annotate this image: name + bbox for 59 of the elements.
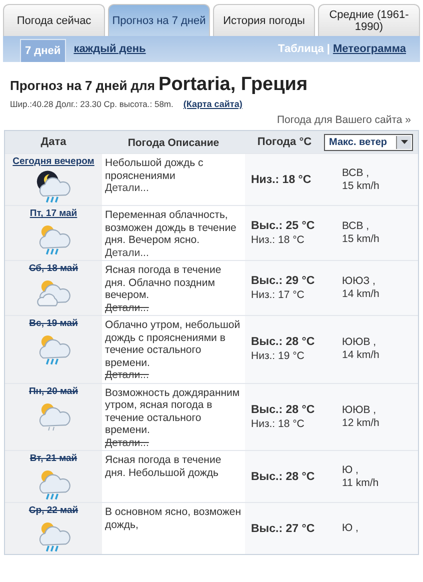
wind-direction: ВСВ , [342, 166, 370, 180]
weather-description: Ясная погода в течение дня. Облачно поздним вечером. [105, 264, 222, 302]
wind-speed: 11 km/h [342, 476, 380, 490]
weather-description: Переменная облачность, возможен дождь в течение дня. Вечером ясно. [105, 209, 238, 246]
details-link[interactable]: Детали... [105, 369, 149, 382]
date-link[interactable]: Сегодня вечером [12, 156, 94, 167]
temperature-text: Низ.: 18 °C [251, 233, 306, 247]
tab[interactable]: Погода сейчас [3, 4, 105, 36]
wind-speed: 12 km/h [342, 416, 380, 430]
wind-direction: ВСВ , [342, 220, 370, 233]
details-link[interactable]: Детали... [105, 182, 149, 194]
wind-speed: 15 km/h [342, 180, 380, 192]
wind-direction: ЮЮВ , [342, 336, 378, 350]
temperature-text: Низ.: 18 °C [251, 416, 306, 431]
temperature-text: Выс.: 28 °C [251, 335, 316, 350]
date-link[interactable]: Вс, 19 май [29, 318, 78, 329]
wind-speed: 14 km/h [342, 349, 380, 362]
temperature-text: Выс.: 28 °C [251, 402, 316, 417]
details-link[interactable]: Детали... [105, 302, 149, 314]
wind-select[interactable]: Макс. ветер [324, 134, 413, 150]
wind-direction: ЮЮЗ , [342, 275, 376, 288]
tab[interactable]: Средние (1961-1990) [318, 4, 420, 36]
weather-description: Облачно утром, небольшой дождь с прояснениями в течение остального времени. [105, 319, 242, 369]
temperature-text: Низ.: 19 °C [251, 349, 306, 364]
temperature-text: Низ.: 17 °C [251, 288, 306, 302]
temperature-text: Выс.: 27 °C [251, 522, 316, 536]
separator-text: | [326, 43, 330, 55]
site-map-link[interactable]: (Карта сайта) [183, 99, 242, 109]
column-header: Дата [40, 136, 68, 148]
date-link[interactable]: Сб, 18 май [28, 263, 78, 274]
period-link[interactable]: каждый день [74, 43, 146, 55]
column-header: Погода Описание [126, 136, 220, 150]
location-title: Portaria, Греция [158, 74, 308, 95]
tab[interactable]: Прогноз на 7 дней [108, 4, 210, 36]
weather-description: Ясная погода в течение дня. Небольшой дождь [105, 454, 222, 479]
temperature-text: Низ.: 18 °C [251, 172, 312, 186]
temperature-text: Выс.: 29 °C [251, 274, 316, 288]
details-link[interactable]: Детали... [105, 436, 149, 449]
column-header: Погода °C [256, 136, 313, 148]
date-link[interactable]: Ср, 22 май [28, 505, 78, 516]
wind-speed: 15 km/h [342, 233, 380, 246]
forecast-title: Прогноз на 7 дней для [10, 78, 155, 93]
weather-description: В основном ясно, возможен дождь, [105, 506, 242, 531]
weather-description: Возможность дождяранним утром, ясная погода в течение остального времени. [105, 386, 241, 436]
view-link[interactable]: Метеограмма [332, 43, 406, 55]
date-link[interactable]: Вт, 21 май [30, 453, 78, 464]
wind-direction: Ю , [342, 522, 360, 535]
tab[interactable]: История погоды [213, 4, 315, 36]
temperature-text: Выс.: 25 °C [251, 219, 316, 233]
wind-direction: ЮЮВ , [342, 404, 378, 417]
date-link[interactable]: Пн, 20 май [28, 386, 78, 396]
date-link[interactable]: Пт, 17 май [30, 208, 78, 219]
details-link[interactable]: Детали... [105, 246, 149, 259]
weather-description: Небольшой дождь с прояснениями [105, 157, 204, 182]
coordinates-text: Шир.:40.28 Долг.: 23.30 Ср. высота.: 58m. [10, 99, 174, 109]
wind-speed: 14 km/h [342, 288, 380, 301]
wind-direction: Ю , [342, 464, 360, 476]
temperature-text: Выс.: 28 °C [251, 470, 316, 484]
widget-link[interactable]: Погода для Вашего сайта » [276, 114, 411, 126]
